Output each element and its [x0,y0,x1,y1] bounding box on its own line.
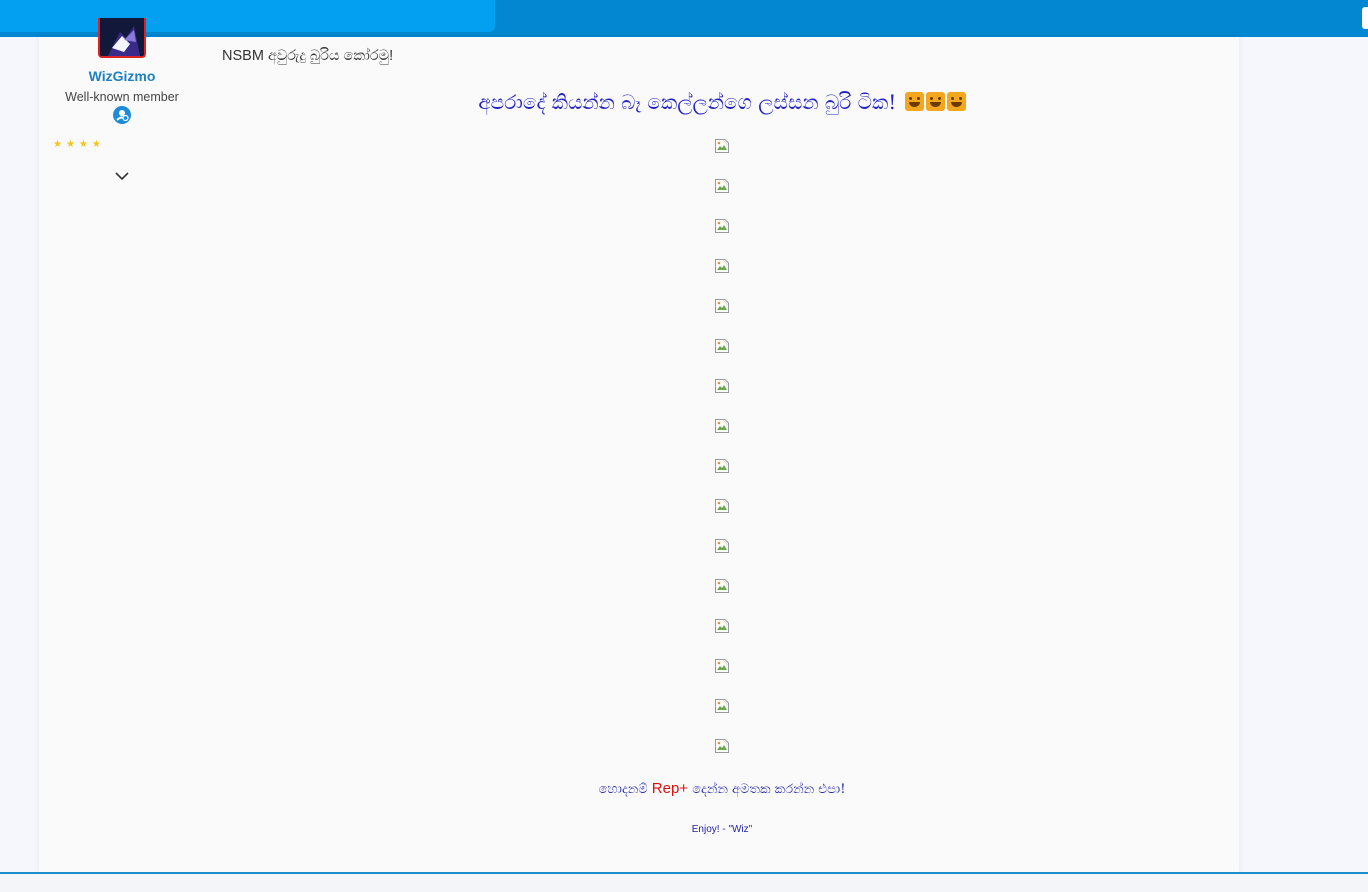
broken-image-icon[interactable] [714,338,730,354]
broken-image-icon[interactable] [714,658,730,674]
broken-image-icon[interactable] [714,218,730,234]
post-headline: අපරාදේ කියන්න බෑ කෙල්ලන්ගෙ ලස්සන බුරි ටි… [260,90,1184,114]
post-headline-text: අපරාදේ කියන්න බෑ කෙල්ලන්ගෙ ලස්සන බුරි ටි… [478,90,897,114]
broken-image-icon[interactable] [714,418,730,434]
user-title: Well-known member [65,90,179,104]
rep-reminder-after: දෙන්න අමතක කරන්න එපා! [692,782,846,797]
post-title-prefix: NSBM [222,48,264,64]
broken-image-icon[interactable] [714,738,730,754]
top-navigation-search-area[interactable] [0,0,495,32]
broken-image-icon[interactable] [714,458,730,474]
broken-image-icon[interactable] [714,378,730,394]
username-link[interactable]: WizGizmo [60,68,184,84]
broken-image-icon[interactable] [714,698,730,714]
broken-image-icon[interactable] [714,178,730,194]
post-signature: Enjoy! - "Wiz" [691,824,753,835]
broken-image-icon[interactable] [714,498,730,514]
post-image-list [714,138,734,778]
user-rating-stars: ★★★★ [53,139,105,150]
user-badge-icon [113,106,131,124]
post-title-suffix: අවුරුදු බුරිය කෝරමු! [267,48,394,64]
top-navigation-edge-button[interactable] [1362,7,1368,29]
top-navigation-bar [0,0,1368,37]
heart-eyes-emoji-icon [904,92,924,111]
post-container [39,37,1239,873]
user-avatar[interactable] [98,18,146,58]
heart-eyes-emoji-icon [946,92,966,111]
rep-reminder: හොදනම් Rep+ දෙන්න අමතක කරන්න එපා! [430,780,1014,797]
broken-image-icon[interactable] [714,298,730,314]
broken-image-icon[interactable] [714,578,730,594]
broken-image-icon[interactable] [714,538,730,554]
rep-label: Rep+ [651,780,689,797]
broken-image-icon[interactable] [714,258,730,274]
chevron-down-icon[interactable] [113,168,131,182]
page-footer [0,874,1368,892]
broken-image-icon[interactable] [714,618,730,634]
heart-eyes-emoji-icon [925,92,945,111]
post-title: NSBM අවුරුදු බුරිය කෝරමු! [222,48,393,64]
rep-reminder-before: හොදනම් [598,782,648,797]
broken-image-icon[interactable] [714,138,730,154]
